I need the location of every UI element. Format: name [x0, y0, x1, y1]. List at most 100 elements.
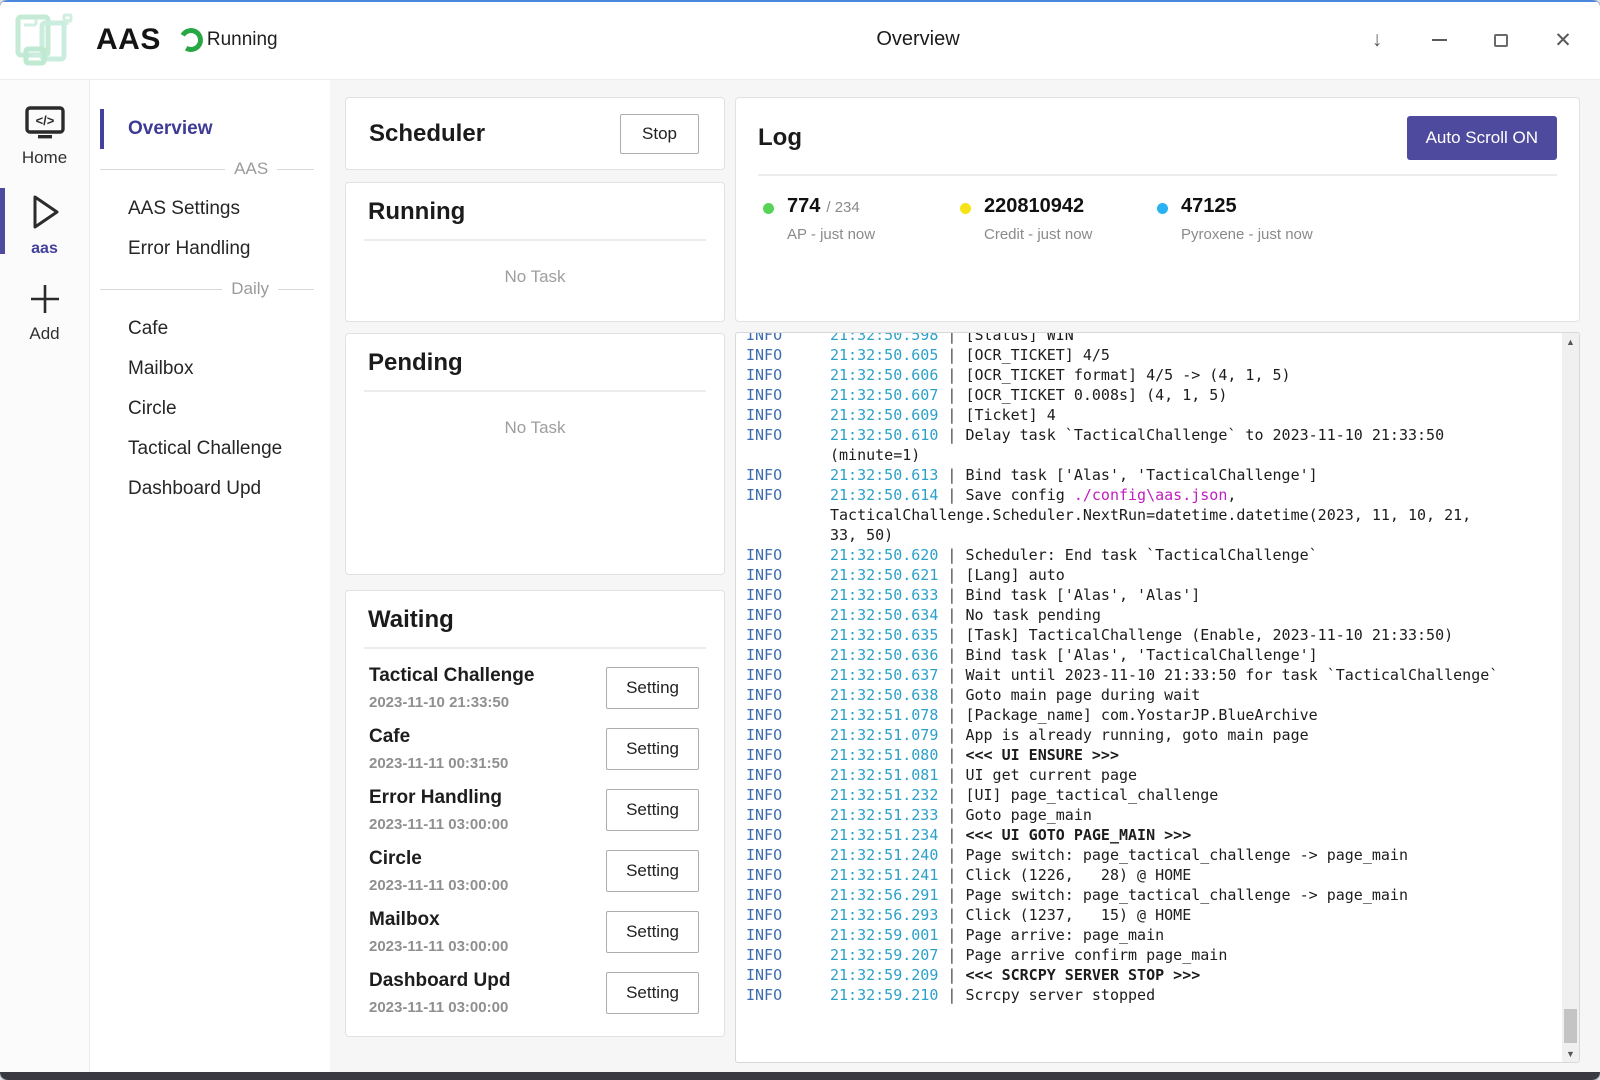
hide-window-button[interactable]: ↓	[1366, 29, 1388, 51]
waiting-task-row: Circle 2023-11-11 03:00:00 Setting	[369, 840, 699, 901]
log-message: 21:32:56.293 | Click (1237, 15) @ HOME	[830, 905, 1502, 925]
log-timestamp: 21:32:51.233	[830, 806, 938, 824]
log-level: INFO	[746, 385, 830, 405]
waiting-task-time: 2023-11-11 00:31:50	[369, 755, 508, 772]
nav-item[interactable]: Tactical Challenge	[90, 429, 330, 469]
main-content: Scheduler Stop Running No Task Pending N…	[330, 80, 1600, 1072]
scroll-thumb[interactable]	[1564, 1009, 1577, 1043]
nav-item[interactable]: Dashboard Upd	[90, 469, 330, 509]
log-level: INFO	[746, 485, 830, 505]
log-message: 21:32:50.621 | [Lang] auto	[830, 565, 1502, 585]
nav-item[interactable]: Error Handling	[90, 229, 330, 269]
waiting-task-time: 2023-11-11 03:00:00	[369, 816, 508, 833]
nav-item[interactable]: Cafe	[90, 309, 330, 349]
log-message: 21:32:51.233 | Goto page_main	[830, 805, 1502, 825]
divider-line	[278, 289, 314, 290]
log-timestamp: 21:32:51.080	[830, 746, 938, 764]
log-level: INFO	[746, 725, 830, 745]
waiting-task-name: Error Handling	[369, 787, 508, 809]
scroll-track[interactable]	[1562, 350, 1579, 1045]
log-level: INFO	[746, 645, 830, 665]
log-text: Page arrive confirm page_main	[965, 946, 1227, 964]
stat-label: Credit - just now	[984, 226, 1092, 243]
log-text: [OCR_TICKET 0.008s] (4, 1, 5)	[965, 386, 1227, 404]
log-separator: |	[938, 346, 965, 364]
stop-button[interactable]: Stop	[620, 114, 699, 154]
rail-item-home[interactable]: </> Home	[0, 92, 89, 180]
log-text: [Task] TacticalChallenge (Enable, 2023-1…	[965, 626, 1453, 644]
log-level: INFO	[746, 865, 830, 885]
log-entry: INFO21:32:50.610 | Delay task `TacticalC…	[746, 425, 1562, 465]
log-stat: 774 / 234 AP - just now	[758, 195, 955, 243]
log-message: 21:32:50.637 | Wait until 2023-11-10 21:…	[830, 665, 1502, 685]
rail-item-add[interactable]: Add	[0, 268, 89, 356]
waiting-task-info: Circle 2023-11-11 03:00:00	[369, 848, 508, 894]
divider-line	[277, 169, 314, 170]
nav-item[interactable]: Mailbox	[90, 349, 330, 389]
setting-button[interactable]: Setting	[606, 667, 699, 709]
waiting-task-row: Mailbox 2023-11-11 03:00:00 Setting	[369, 901, 699, 962]
close-button[interactable]: ✕	[1552, 29, 1574, 51]
log-text: Scrcpy server stopped	[965, 986, 1155, 1004]
stat-text: 220810942 Credit - just now	[984, 195, 1092, 243]
log-separator: |	[938, 366, 965, 384]
scroll-down-button[interactable]: ▼	[1562, 1045, 1579, 1062]
log-timestamp: 21:32:59.207	[830, 946, 938, 964]
log-separator: |	[938, 766, 965, 784]
log-message: 21:32:50.613 | Bind task ['Alas', 'Tacti…	[830, 465, 1502, 485]
log-entry: INFO21:32:50.633 | Bind task ['Alas', 'A…	[746, 585, 1562, 605]
svg-text:</>: </>	[35, 113, 54, 128]
stat-suffix: / 234	[826, 199, 859, 216]
window-controls: ↓ ✕	[1366, 0, 1574, 80]
log-level: INFO	[746, 845, 830, 865]
nav-item[interactable]: Circle	[90, 389, 330, 429]
log-separator: |	[938, 786, 965, 804]
setting-button[interactable]: Setting	[606, 850, 699, 892]
window-bottom-edge	[0, 1072, 1600, 1080]
log-message: 21:32:50.607 | [OCR_TICKET 0.008s] (4, 1…	[830, 385, 1502, 405]
log-entry: INFO21:32:51.081 | UI get current page	[746, 765, 1562, 785]
stat-text: 47125 Pyroxene - just now	[1181, 195, 1313, 243]
setting-button[interactable]: Setting	[606, 911, 699, 953]
setting-button[interactable]: Setting	[606, 789, 699, 831]
setting-button[interactable]: Setting	[606, 728, 699, 770]
waiting-task-name: Circle	[369, 848, 508, 870]
scroll-up-button[interactable]: ▲	[1562, 333, 1579, 350]
divider-line	[100, 289, 222, 290]
log-level: INFO	[746, 465, 830, 485]
log-separator: |	[938, 926, 965, 944]
nav-item-overview[interactable]: Overview	[100, 109, 330, 149]
divider-line	[100, 169, 225, 170]
waiting-task-name: Mailbox	[369, 909, 508, 931]
log-entry: INFO21:32:51.241 | Click (1226, 28) @ HO…	[746, 865, 1562, 885]
log-separator: |	[938, 726, 965, 744]
log-viewport[interactable]: INFO21:32:50.598 | [Status] WIN INFO21:3…	[736, 333, 1562, 1062]
log-timestamp: 21:32:51.232	[830, 786, 938, 804]
nav-item[interactable]: AAS Settings	[90, 189, 330, 229]
log-message: 21:32:50.636 | Bind task ['Alas', 'Tacti…	[830, 645, 1502, 665]
nav-section-daily-label: Daily	[231, 279, 269, 299]
auto-scroll-button[interactable]: Auto Scroll ON	[1407, 116, 1557, 160]
setting-button[interactable]: Setting	[606, 972, 699, 1014]
log-timestamp: 21:32:50.638	[830, 686, 938, 704]
log-text: [Package_name] com.YostarJP.BlueArchive	[965, 706, 1317, 724]
waiting-task-info: Dashboard Upd 2023-11-11 03:00:00	[369, 970, 510, 1016]
log-separator: |	[938, 566, 965, 584]
log-entry: INFO21:32:51.240 | Page switch: page_tac…	[746, 845, 1562, 865]
maximize-button[interactable]	[1490, 29, 1512, 51]
running-title: Running	[368, 198, 702, 226]
waiting-task-time: 2023-11-11 03:00:00	[369, 999, 510, 1016]
stat-value: 47125	[1181, 195, 1237, 218]
stat-dot-icon	[1157, 203, 1168, 214]
log-timestamp: 21:32:56.293	[830, 906, 938, 924]
waiting-task-name: Cafe	[369, 726, 508, 748]
log-message: 21:32:50.606 | [OCR_TICKET format] 4/5 -…	[830, 365, 1502, 385]
minimize-button[interactable]	[1428, 29, 1450, 51]
rail-item-aas[interactable]: aas	[0, 180, 89, 268]
log-separator: |	[938, 966, 965, 984]
log-message: 21:32:50.633 | Bind task ['Alas', 'Alas'…	[830, 585, 1502, 605]
log-separator: |	[938, 846, 965, 864]
log-separator: |	[938, 606, 965, 624]
log-text: Goto main page during wait	[965, 686, 1200, 704]
waiting-task-row: Cafe 2023-11-11 00:31:50 Setting	[369, 718, 699, 779]
